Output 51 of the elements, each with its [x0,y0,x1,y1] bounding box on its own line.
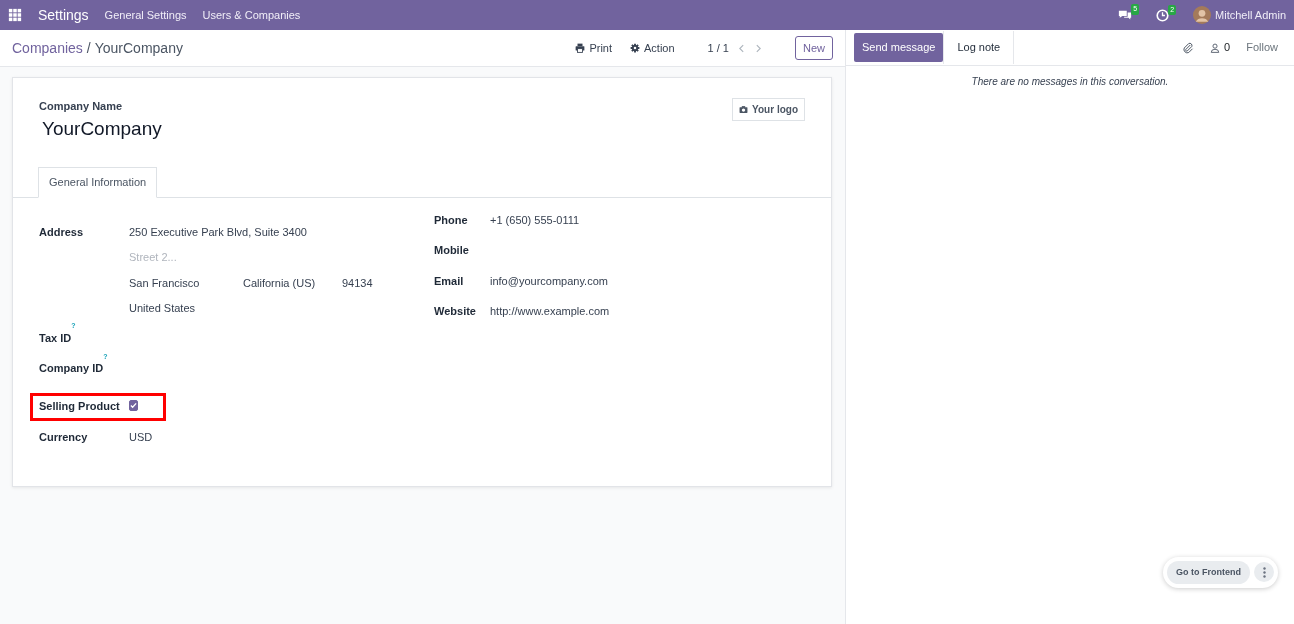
field-value[interactable]: info@yourcompany.com [490,272,608,289]
pager-value[interactable]: 1 / 1 [707,39,729,57]
field-value[interactable]: 250 Executive Park Blvd, Suite 3400 [129,223,373,240]
empty-conversation-message: There are no messages in this conversation. [970,75,1170,89]
breadcrumb-link[interactable]: Companies [12,37,83,59]
action-button[interactable]: Print [574,38,613,58]
field-label: Mobile [434,243,470,258]
field-value[interactable]: http://www.example.com [490,303,610,320]
field-label: Website [434,304,477,319]
field-label: Email [434,273,465,289]
breadcrumb-current: YourCompany [94,38,183,58]
breadcrumb-separator: / [86,38,91,58]
logo-upload-button[interactable]: Your logo [732,98,805,121]
printer-icon [575,43,586,53]
menu-item[interactable]: General Settings [104,6,187,24]
field-label: Phone [434,212,469,228]
field-value[interactable]: USD [129,429,153,446]
clock-icon[interactable] [1156,8,1170,22]
field-label: Tax ID [39,330,72,346]
chatter-button[interactable]: Send message [854,33,944,62]
app-name[interactable]: Settings [38,4,89,26]
avatar-icon[interactable] [1193,6,1212,24]
field-label: Company Name [39,99,124,114]
chat-bubbles-icon[interactable] [1118,8,1133,22]
field-value[interactable]: United States [129,300,373,317]
form-tab[interactable]: General Information [38,167,158,198]
checkbox[interactable] [129,399,138,411]
menu-item[interactable]: Users & Companies [202,6,301,24]
field-value[interactable]: San Francisco [129,274,243,291]
gear-icon [630,43,640,53]
company-name-value[interactable]: YourCompany [42,114,162,143]
more-options-button[interactable] [1254,562,1274,583]
paperclip-icon[interactable] [1182,41,1195,54]
field-value[interactable]: California (US) [243,274,342,291]
field-value[interactable]: 94134 [342,274,373,291]
person-icon [1210,42,1221,53]
followers-button[interactable]: 0 [1210,39,1231,56]
chatter-button[interactable]: Log note [943,31,1015,64]
kebab-menu-icon[interactable] [1262,566,1266,578]
field-value[interactable]: +1 (650) 555-0111 [490,211,580,228]
field-label: Selling Product [39,398,121,414]
user-name[interactable]: Mitchell Admin [1215,6,1286,24]
camera-icon [739,105,749,114]
go-to-frontend-button[interactable]: Go to Frontend [1167,560,1250,584]
apps-menu-icon[interactable] [8,8,22,22]
new-button[interactable]: New [795,35,833,61]
action-button[interactable]: Action [629,38,676,58]
field-label: Address [39,224,85,240]
follow-button[interactable]: Follow [1246,39,1278,56]
field-label: Company ID [39,361,104,376]
field-label: Currency [39,430,89,445]
